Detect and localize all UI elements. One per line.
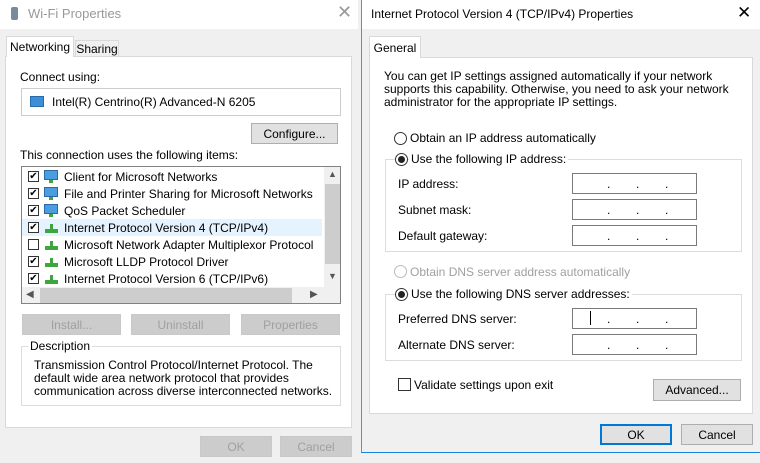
list-item[interactable]: ✔ File and Printer Sharing for Microsoft …	[22, 185, 322, 202]
item-label: File and Printer Sharing for Microsoft N…	[64, 187, 313, 201]
network-service-icon	[43, 187, 59, 200]
preferred-dns-label: Preferred DNS server:	[398, 312, 517, 326]
item-checkbox[interactable]: ✔	[28, 222, 39, 233]
item-checkbox[interactable]: ✔	[28, 273, 39, 284]
subnet-mask-input[interactable]: ...	[572, 199, 697, 220]
item-checkbox[interactable]: ✔	[28, 256, 39, 267]
network-service-icon	[43, 204, 59, 217]
validate-label[interactable]: Validate settings upon exit	[414, 378, 553, 392]
list-item[interactable]: ✔ Microsoft LLDP Protocol Driver	[22, 253, 322, 270]
network-client-icon	[43, 170, 59, 183]
intro-text: You can get IP settings assigned automat…	[384, 69, 729, 109]
cancel-button[interactable]: Cancel	[681, 424, 753, 445]
adapter-name: Intel(R) Centrino(R) Advanced-N 6205	[52, 95, 256, 109]
use-ip-radio[interactable]	[395, 153, 408, 166]
protocol-icon	[43, 238, 59, 251]
title-bar: Wi-Fi Properties ✕	[0, 0, 358, 29]
close-icon[interactable]: ✕	[337, 2, 352, 23]
list-item[interactable]: Microsoft Network Adapter Multiplexor Pr…	[22, 236, 322, 253]
advanced-button[interactable]: Advanced...	[653, 379, 741, 401]
item-checkbox[interactable]	[28, 239, 39, 250]
connect-using-label: Connect using:	[20, 70, 101, 84]
scroll-thumb[interactable]	[325, 184, 340, 264]
h-scroll-thumb[interactable]	[40, 288, 292, 303]
use-ip-label[interactable]: Use the following IP address:	[409, 152, 569, 166]
cancel-button[interactable]: Cancel	[280, 436, 352, 457]
configure-button[interactable]: Configure...	[251, 123, 338, 144]
wifi-properties-dialog: Wi-Fi Properties ✕ Networking Sharing Co…	[0, 0, 358, 463]
ip-address-label: IP address:	[398, 177, 459, 191]
alternate-dns-input[interactable]: ...	[572, 334, 697, 355]
item-label: Client for Microsoft Networks	[64, 170, 218, 184]
window-title: Wi-Fi Properties	[28, 6, 122, 21]
alternate-dns-label: Alternate DNS server:	[398, 338, 515, 352]
item-label: Internet Protocol Version 4 (TCP/IPv4)	[64, 221, 269, 235]
description-label: Description	[28, 339, 93, 353]
default-gateway-label: Default gateway:	[398, 229, 488, 243]
title-bar: Internet Protocol Version 4 (TCP/IPv4) P…	[362, 0, 760, 29]
obtain-ip-label[interactable]: Obtain an IP address automatically	[410, 131, 596, 145]
items-list[interactable]: ✔ Client for Microsoft Networks ✔ File and …	[21, 166, 341, 304]
vertical-scrollbar[interactable]: ▲ ▼	[324, 167, 340, 287]
ip-address-input[interactable]: ...	[572, 173, 697, 194]
horizontal-scrollbar[interactable]: ◀ ▶	[22, 287, 340, 303]
item-label: QoS Packet Scheduler	[64, 204, 186, 218]
description-group: Description Transmission Control Protoco…	[21, 339, 341, 406]
tab-networking[interactable]: Networking	[6, 36, 74, 57]
item-checkbox[interactable]: ✔	[28, 205, 39, 216]
close-icon[interactable]: ✕	[737, 3, 751, 23]
scroll-down-icon[interactable]: ▼	[328, 271, 337, 281]
items-label: This connection uses the following items…	[20, 148, 239, 162]
use-dns-label[interactable]: Use the following DNS server addresses:	[409, 287, 632, 301]
default-gateway-input[interactable]: ...	[572, 225, 697, 246]
ip-group: Use the following IP address: IP address…	[385, 152, 742, 252]
protocol-icon	[43, 255, 59, 268]
uninstall-button[interactable]: Uninstall	[131, 314, 230, 335]
preferred-dns-input[interactable]: ...	[572, 308, 697, 329]
wifi-icon	[11, 7, 18, 20]
scroll-right-icon[interactable]: ▶	[310, 289, 318, 300]
list-item[interactable]: ✔ Client for Microsoft Networks	[22, 168, 322, 185]
obtain-dns-label[interactable]: Obtain DNS server address automatically	[410, 265, 630, 279]
scroll-up-icon[interactable]: ▲	[328, 169, 337, 179]
general-panel: You can get IP settings assigned automat…	[369, 57, 753, 414]
protocol-icon	[43, 221, 59, 234]
ok-button[interactable]: OK	[200, 436, 272, 457]
list-item[interactable]: ✔ QoS Packet Scheduler	[22, 202, 322, 219]
dns-group: Use the following DNS server addresses: …	[385, 287, 742, 361]
description-text: Transmission Control Protocol/Internet P…	[34, 358, 333, 398]
adapter-box: Intel(R) Centrino(R) Advanced-N 6205	[21, 88, 341, 116]
use-dns-radio[interactable]	[395, 288, 408, 301]
validate-checkbox[interactable]	[398, 378, 411, 391]
item-checkbox[interactable]: ✔	[28, 171, 39, 182]
item-checkbox[interactable]: ✔	[28, 188, 39, 199]
text-cursor	[590, 311, 591, 325]
ok-button[interactable]: OK	[600, 424, 672, 445]
obtain-dns-radio[interactable]	[394, 265, 407, 278]
scroll-left-icon[interactable]: ◀	[26, 289, 34, 300]
item-label: Internet Protocol Version 6 (TCP/IPv6)	[64, 272, 269, 286]
properties-button[interactable]: Properties	[241, 314, 340, 335]
networking-panel: Connect using: Intel(R) Centrino(R) Adva…	[5, 56, 352, 428]
item-label: Microsoft LLDP Protocol Driver	[64, 255, 229, 269]
list-item[interactable]: ✔ Internet Protocol Version 4 (TCP/IPv4)	[22, 219, 322, 236]
window-title: Internet Protocol Version 4 (TCP/IPv4) P…	[371, 7, 634, 21]
tab-general[interactable]: General	[369, 36, 421, 58]
item-label: Microsoft Network Adapter Multiplexor Pr…	[64, 238, 314, 252]
obtain-ip-radio[interactable]	[394, 132, 407, 145]
network-adapter-icon	[30, 96, 44, 107]
protocol-icon	[43, 272, 59, 285]
install-button[interactable]: Install...	[22, 314, 121, 335]
subnet-mask-label: Subnet mask:	[398, 203, 472, 217]
list-item[interactable]: ✔ Internet Protocol Version 6 (TCP/IPv6)	[22, 270, 322, 287]
tab-sharing[interactable]: Sharing	[75, 40, 119, 57]
ipv4-properties-dialog: Internet Protocol Version 4 (TCP/IPv4) P…	[361, 0, 760, 453]
